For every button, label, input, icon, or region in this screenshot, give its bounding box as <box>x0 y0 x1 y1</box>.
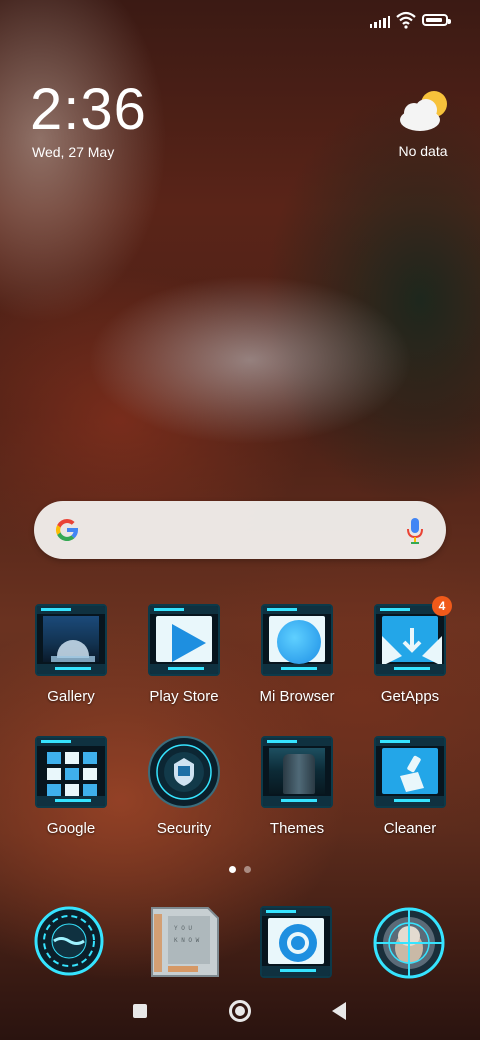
partly-cloudy-icon[interactable] <box>396 88 452 136</box>
app-google-folder[interactable]: Google <box>16 736 126 837</box>
gallery-icon <box>35 604 107 676</box>
mi-browser-icon <box>261 604 333 676</box>
signal-bars-icon <box>370 14 391 28</box>
app-gallery[interactable]: Gallery <box>16 604 126 705</box>
app-mi-browser[interactable]: Mi Browser <box>242 604 352 705</box>
wifi-icon <box>396 11 416 29</box>
dock-app-chromium[interactable] <box>260 906 332 978</box>
app-label: Cleaner <box>383 820 437 837</box>
cleaner-icon <box>374 736 446 808</box>
clock-date[interactable]: Wed, 27 May <box>32 144 114 160</box>
app-label: Google <box>46 820 96 837</box>
notification-badge: 4 <box>432 596 452 616</box>
app-label: Play Store <box>149 688 219 705</box>
clock-time[interactable]: 2:36 <box>30 78 147 142</box>
app-label: GetApps <box>380 688 440 705</box>
weather-status[interactable]: No data <box>380 143 466 159</box>
play-store-icon <box>148 604 220 676</box>
hud-panel-icon: Y O U K N O W <box>151 907 219 977</box>
page-dot-2 <box>244 866 251 873</box>
svg-text:Y O U: Y O U <box>174 925 192 932</box>
square-recents-icon[interactable] <box>133 1004 147 1018</box>
app-play-store[interactable]: Play Store <box>129 604 239 705</box>
dock-app-hud-ring[interactable] <box>34 906 104 976</box>
app-label: Mi Browser <box>259 688 335 705</box>
page-indicator <box>226 866 256 874</box>
status-bar <box>0 0 480 40</box>
microphone-icon[interactable] <box>406 516 424 546</box>
svg-text:K N O W: K N O W <box>174 937 200 944</box>
getapps-icon: 4 <box>374 596 452 676</box>
security-icon <box>148 736 220 808</box>
chromium-icon <box>260 906 332 978</box>
circle-home-icon[interactable] <box>229 1000 251 1022</box>
app-label: Themes <box>269 820 325 837</box>
app-themes[interactable]: Themes <box>242 736 352 837</box>
app-cleaner[interactable]: Cleaner <box>355 736 465 837</box>
app-getapps[interactable]: 4 GetApps <box>355 596 465 705</box>
hud-ring-icon <box>34 906 104 976</box>
google-g-icon <box>55 518 79 542</box>
battery-icon <box>422 14 451 26</box>
triangle-back-icon[interactable] <box>332 1002 346 1020</box>
app-label: Security <box>156 820 212 837</box>
page-dot-1 <box>229 866 236 873</box>
google-folder-icon <box>35 736 107 808</box>
dock-app-hud-panel[interactable]: Y O U K N O W <box>148 906 220 978</box>
app-label: Gallery <box>47 688 95 705</box>
google-search-bar[interactable] <box>34 501 446 559</box>
app-security[interactable]: Security <box>129 736 239 837</box>
dock-app-crosshair[interactable] <box>372 906 446 980</box>
themes-icon <box>261 736 333 808</box>
crosshair-portrait-icon <box>373 907 445 979</box>
